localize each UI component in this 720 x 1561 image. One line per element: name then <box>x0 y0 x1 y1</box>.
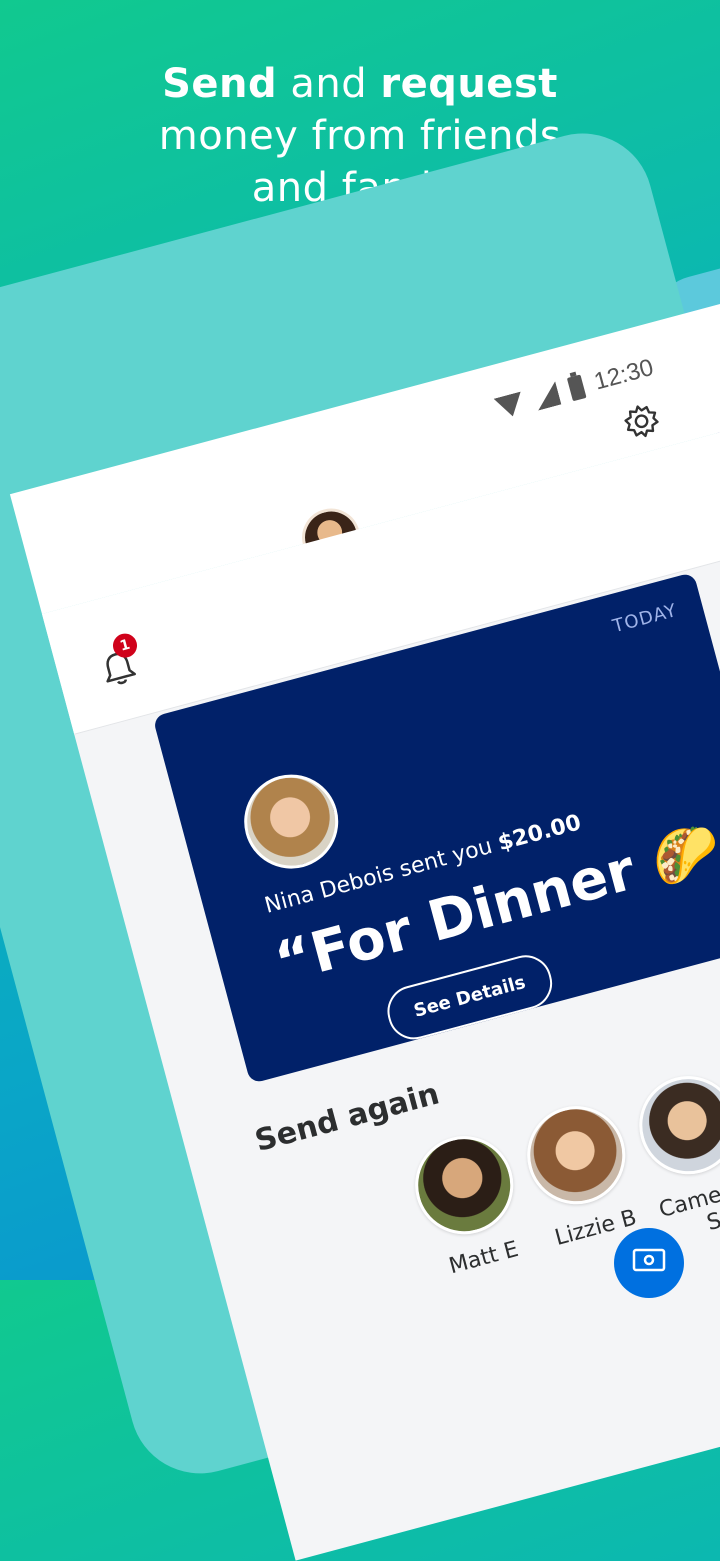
see-details-button[interactable]: See Details <box>381 949 558 1046</box>
sent-amount: $20.00 <box>495 810 584 857</box>
gear-icon[interactable] <box>618 398 665 445</box>
sender-avatar <box>233 764 349 880</box>
status-time: 12:30 <box>591 353 657 396</box>
contact-avatar <box>404 1125 525 1246</box>
card-date-label: TODAY <box>610 599 680 638</box>
phone-scene: 12:30 1 TODAY Nina Debois sent you $20.0… <box>0 0 720 1561</box>
contact-avatar <box>516 1095 637 1216</box>
contact-name: Matt E <box>446 1236 522 1280</box>
wifi-icon <box>494 392 527 420</box>
send-money-button[interactable] <box>614 1228 684 1298</box>
contact-avatar <box>628 1065 720 1186</box>
battery-icon <box>566 374 587 402</box>
signal-icon <box>532 381 561 410</box>
send-money-icon <box>632 1248 666 1272</box>
